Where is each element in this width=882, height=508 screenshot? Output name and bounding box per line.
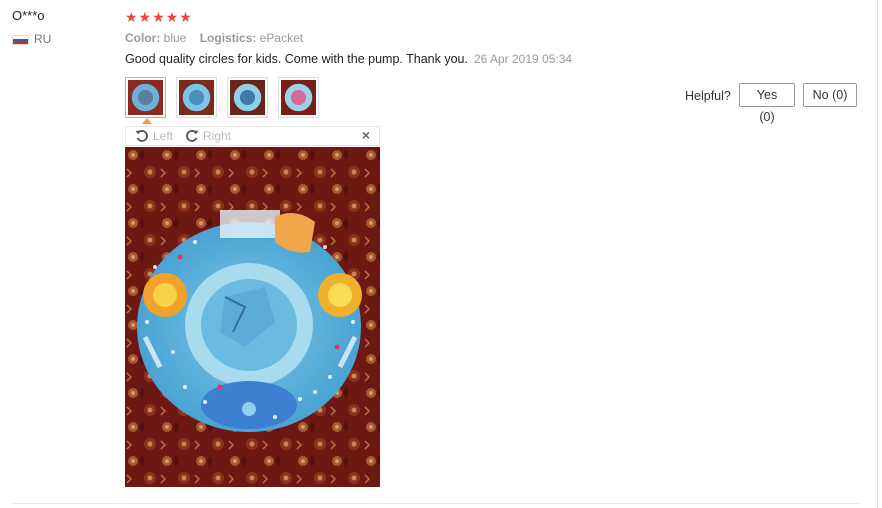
rating-stars: ★★★★★ [125,9,193,25]
page-edge [877,0,878,508]
active-thumbnail-indicator [142,118,152,124]
photo-thumbnail[interactable] [278,77,319,118]
rotate-right-icon [185,129,199,143]
rotate-right-button[interactable]: Right [185,129,231,143]
color-value: blue [163,31,187,45]
photo-thumbnail[interactable] [176,77,217,118]
review-body: Good quality circles for kids. Come with… [125,52,572,66]
swim-ring-photo [125,147,380,487]
review-photo-large [125,147,380,487]
rotate-left-label: Left [153,129,174,143]
photo-thumbnail[interactable] [125,77,166,118]
helpful-no-button[interactable]: No (0) [803,83,857,107]
review-text: Good quality circles for kids. Come with… [125,52,468,66]
russia-flag-icon [12,35,29,45]
reviewer-country: RU [34,32,52,46]
color-label: Color: [125,31,161,45]
review-date: 26 Apr 2019 05:34 [473,52,573,66]
rotate-left-button[interactable]: Left [135,129,173,143]
rotate-left-icon [135,129,149,143]
rotate-right-label: Right [203,129,232,143]
reviewer-name: O***o [12,8,45,23]
review-photo-thumbnails [125,77,319,118]
logistics-value: ePacket [259,31,304,45]
close-viewer-icon[interactable]: × [362,127,370,143]
logistics-label: Logistics: [199,31,257,45]
order-info: Color: blue Logistics: ePacket [125,31,303,45]
review-divider [12,503,861,504]
photo-thumbnail[interactable] [227,77,268,118]
photo-viewer-toolbar: Left Right × [125,126,380,146]
helpful-yes-button[interactable]: Yes (0) [739,83,795,124]
helpful-label: Helpful? [685,89,731,103]
